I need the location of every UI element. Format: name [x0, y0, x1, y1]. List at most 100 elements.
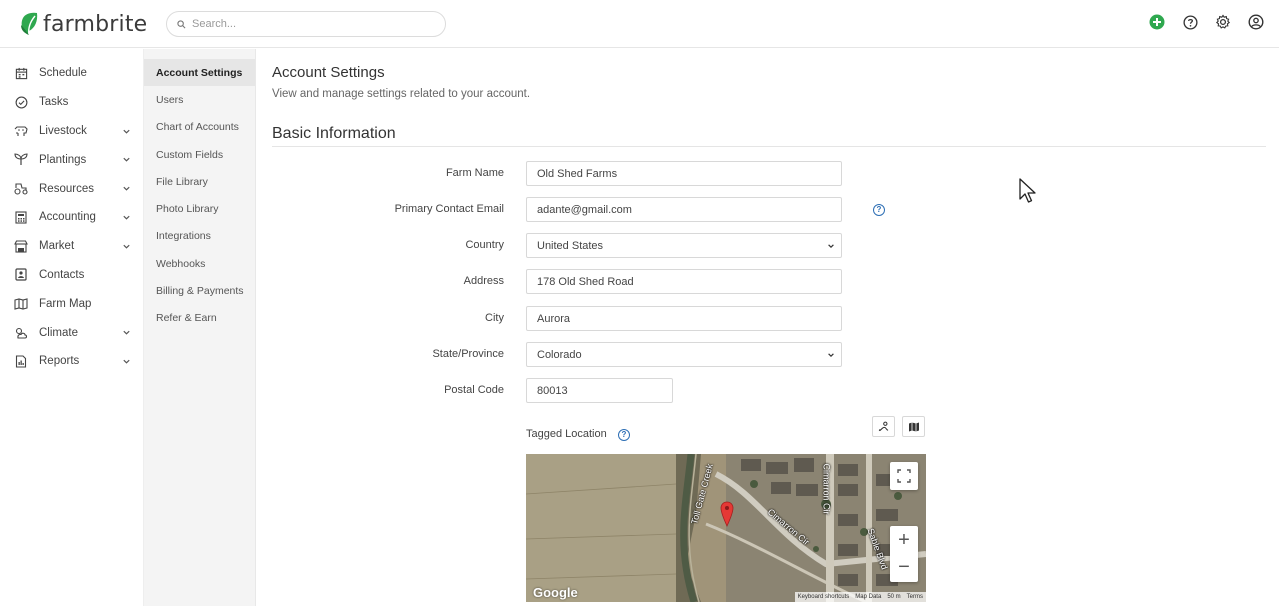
help-icon[interactable]	[1181, 13, 1199, 31]
farm-name-row: Farm Name Old Shed Farms	[256, 161, 956, 186]
chevron-down-icon	[123, 186, 130, 191]
help-icon[interactable]: ?	[873, 204, 885, 216]
sidebar-item-reports[interactable]: Reports	[0, 347, 143, 376]
subnav-item-chart-of-accounts[interactable]: Chart of Accounts	[144, 114, 255, 141]
chevron-down-icon	[123, 129, 130, 134]
sidebar-item-label: Accounting	[39, 211, 96, 224]
chevron-down-icon	[123, 158, 130, 163]
chevron-down-icon	[828, 244, 834, 249]
sidebar-item-accounting[interactable]: Accounting	[0, 203, 143, 232]
chevron-down-icon	[123, 244, 130, 249]
subnav-item-refer-earn[interactable]: Refer & Earn	[144, 305, 255, 332]
sidebar-item-climate[interactable]: Climate	[0, 318, 143, 347]
postal-input[interactable]: 80013	[526, 378, 673, 403]
chevron-down-icon	[828, 353, 834, 358]
sidebar-item-schedule[interactable]: Schedule	[0, 59, 143, 88]
sprout-icon	[14, 153, 28, 167]
zoom-in-button[interactable]: +	[898, 526, 910, 554]
account-icon[interactable]	[1247, 13, 1265, 31]
report-icon	[14, 354, 28, 368]
google-logo: Google	[533, 585, 578, 600]
section-title: Basic Information	[272, 125, 396, 142]
country-value: United States	[537, 239, 604, 252]
state-row: State/Province Colorado	[256, 342, 956, 367]
keyboard-shortcuts-link[interactable]: Keyboard shortcuts	[798, 594, 850, 600]
zoom-out-button[interactable]: −	[898, 554, 910, 582]
subnav-item-photo-library[interactable]: Photo Library	[144, 195, 255, 222]
page-title: Account Settings	[272, 64, 385, 81]
tagged-location-label: Tagged Location	[526, 428, 607, 440]
livestock-icon	[14, 124, 28, 138]
subnav-item-account-settings[interactable]: Account Settings	[144, 59, 255, 87]
sidebar-item-plantings[interactable]: Plantings	[0, 145, 143, 174]
section-divider	[272, 146, 1266, 147]
chevron-down-icon	[123, 330, 130, 335]
page-subtitle: View and manage settings related to your…	[272, 88, 531, 100]
search-icon	[177, 19, 186, 28]
fullscreen-icon	[897, 469, 911, 483]
address-input[interactable]: 178 Old Shed Road	[526, 269, 842, 294]
subnav-item-users[interactable]: Users	[144, 86, 255, 113]
subnav-item-integrations[interactable]: Integrations	[144, 223, 255, 250]
email-row: Primary Contact Email adante@gmail.com	[256, 197, 956, 222]
subnav-item-custom-fields[interactable]: Custom Fields	[144, 141, 255, 168]
sidebar-item-label: Contacts	[39, 268, 85, 281]
check-circle-icon	[14, 95, 28, 109]
header-icons	[1148, 13, 1265, 31]
subnav-item-file-library[interactable]: File Library	[144, 168, 255, 195]
sidebar-item-contacts[interactable]: Contacts	[0, 261, 143, 290]
store-icon	[14, 239, 28, 253]
sidebar-item-market[interactable]: Market	[0, 232, 143, 261]
sidebar-item-resources[interactable]: Resources	[0, 174, 143, 203]
country-select[interactable]: United States	[526, 233, 842, 258]
settings-subnav: Account Settings Users Chart of Accounts…	[144, 49, 256, 606]
map-scale: 50 m	[887, 594, 901, 600]
satellite-imagery	[526, 454, 926, 602]
sidebar-item-label: Tasks	[39, 96, 69, 109]
postal-label: Postal Code	[444, 384, 504, 396]
help-icon[interactable]: ?	[618, 429, 630, 441]
state-label: State/Province	[432, 348, 504, 360]
state-select[interactable]: Colorado	[526, 342, 842, 367]
farmbrite-logo[interactable]: farmbrite	[19, 9, 147, 39]
sidebar-item-label: Schedule	[39, 67, 87, 80]
settings-icon[interactable]	[1214, 13, 1232, 31]
country-row: Country United States	[256, 233, 956, 258]
subnav-item-webhooks[interactable]: Webhooks	[144, 250, 255, 277]
address-row: Address 178 Old Shed Road	[256, 269, 956, 294]
city-input[interactable]: Aurora	[526, 306, 842, 331]
email-input[interactable]: adante@gmail.com	[526, 197, 842, 222]
search-box[interactable]	[166, 11, 446, 37]
sidebar-item-farm-map[interactable]: Farm Map	[0, 289, 143, 318]
sidebar-item-tasks[interactable]: Tasks	[0, 88, 143, 117]
search-input[interactable]	[192, 18, 412, 30]
sidebar-item-label: Reports	[39, 355, 80, 368]
map-draw-button[interactable]	[872, 416, 895, 437]
country-label: Country	[465, 239, 504, 251]
sidebar-item-label: Climate	[39, 326, 78, 339]
farm-name-input[interactable]: Old Shed Farms	[526, 161, 842, 186]
tractor-icon	[14, 182, 28, 196]
sidebar: Schedule Tasks Livestock Plantings Resou…	[0, 49, 144, 606]
sidebar-item-label: Livestock	[39, 124, 87, 137]
map-icon	[14, 297, 28, 311]
city-label: City	[485, 312, 504, 324]
calendar-icon	[14, 66, 28, 80]
zoom-control: + −	[890, 526, 918, 582]
state-value: Colorado	[537, 348, 582, 361]
main-content: Account Settings View and manage setting…	[256, 49, 1279, 606]
add-icon[interactable]	[1148, 13, 1166, 31]
sidebar-item-label: Resources	[39, 182, 94, 195]
map-data-link[interactable]: Map Data	[855, 594, 881, 600]
chevron-down-icon	[123, 359, 130, 364]
map-layers-button[interactable]	[902, 416, 925, 437]
terms-link[interactable]: Terms	[907, 594, 923, 600]
top-header: farmbrite	[0, 0, 1279, 48]
tagged-location-map[interactable]: Toll Gate Creek Cimarron Cir Cimarron Ci…	[526, 454, 926, 602]
sidebar-item-livestock[interactable]: Livestock	[0, 117, 143, 146]
sidebar-item-label: Market	[39, 240, 75, 253]
fullscreen-button[interactable]	[890, 462, 918, 490]
mouse-cursor-icon	[1019, 178, 1036, 203]
subnav-item-billing-payments[interactable]: Billing & Payments	[144, 277, 255, 304]
map-icon	[908, 422, 919, 431]
